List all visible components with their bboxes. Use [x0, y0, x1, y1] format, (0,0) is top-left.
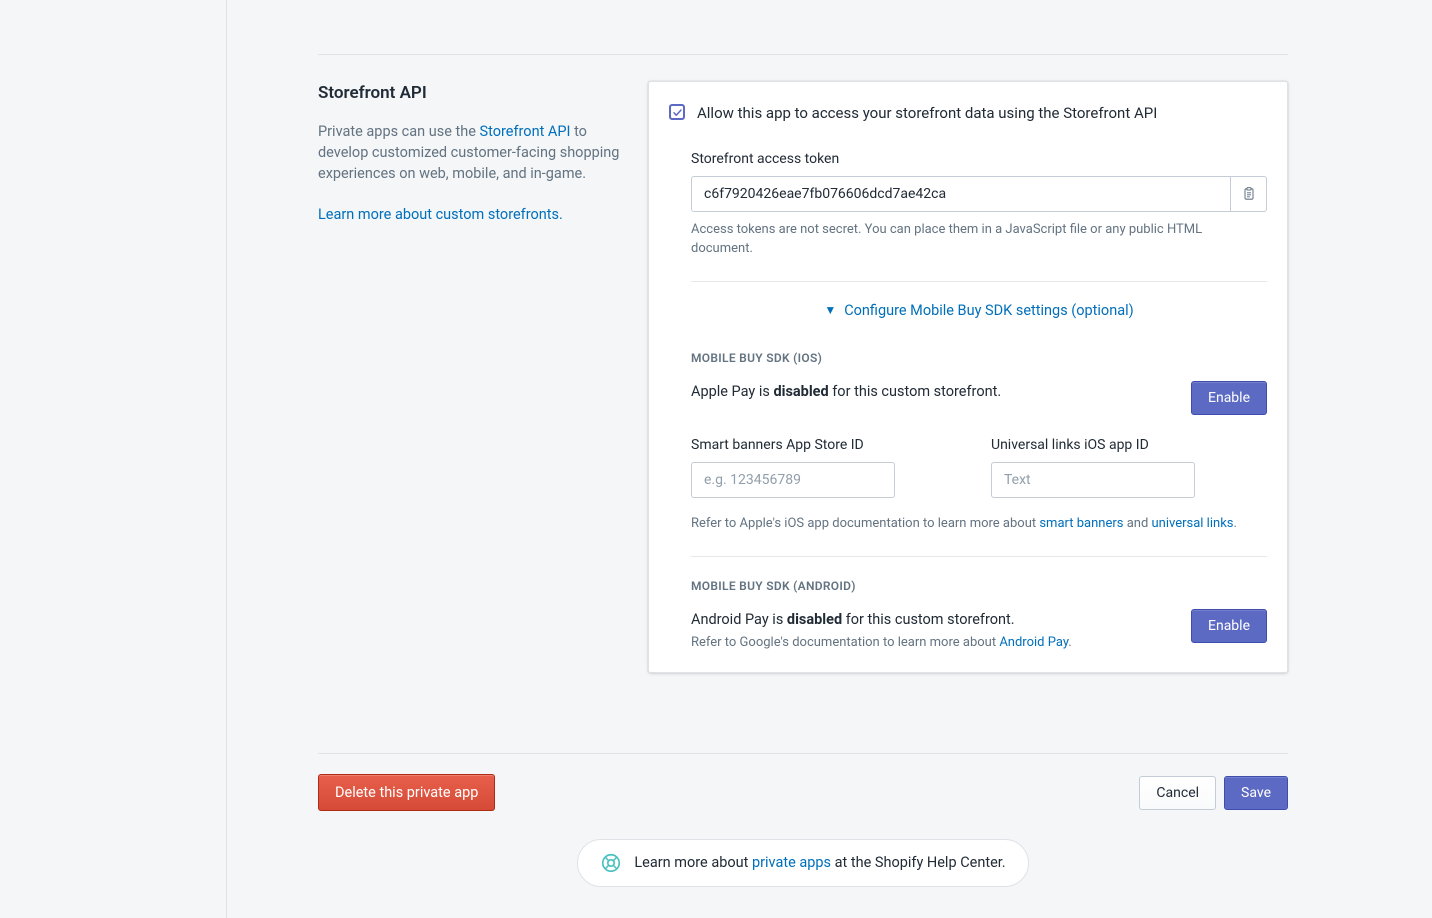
help-center-pill: Learn more about private apps at the Sho…	[577, 839, 1028, 887]
apple-pay-status: Apple Pay is disabled for this custom st…	[691, 381, 1001, 403]
private-apps-link[interactable]: private apps	[752, 854, 831, 871]
section-description: Storefront API Private apps can use the …	[318, 81, 628, 673]
allow-storefront-label: Allow this app to access your storefront…	[697, 102, 1157, 125]
android-sdk-heading: MOBILE BUY SDK (ANDROID)	[691, 577, 1267, 595]
storefront-api-card: Allow this app to access your storefront…	[648, 81, 1288, 673]
smart-banners-input[interactable]	[691, 462, 895, 498]
delete-app-button[interactable]: Delete this private app	[318, 774, 495, 811]
sidebar-divider	[226, 0, 227, 918]
divider	[691, 556, 1267, 557]
smart-banners-link[interactable]: smart banners	[1039, 516, 1123, 531]
clipboard-icon	[1241, 186, 1257, 202]
allow-storefront-checkbox[interactable]	[669, 104, 685, 120]
token-label: Storefront access token	[691, 149, 1267, 170]
caret-down-icon: ▼	[824, 301, 836, 319]
universal-links-label: Universal links iOS app ID	[991, 435, 1267, 456]
checkmark-icon	[672, 107, 683, 118]
token-help-text: Access tokens are not secret. You can pl…	[691, 220, 1267, 259]
configure-sdk-toggle[interactable]: ▼ Configure Mobile Buy SDK settings (opt…	[824, 300, 1133, 322]
section-title: Storefront API	[318, 81, 628, 107]
universal-links-link[interactable]: universal links	[1152, 516, 1234, 531]
save-button[interactable]: Save	[1224, 776, 1288, 810]
storefront-api-link[interactable]: Storefront API	[480, 123, 571, 140]
learn-more-storefronts-link[interactable]: Learn more about custom storefronts.	[318, 206, 563, 223]
section-body: Private apps can use the Storefront API …	[318, 121, 628, 184]
help-text: Learn more about private apps at the Sho…	[634, 852, 1005, 874]
android-pay-link[interactable]: Android Pay	[999, 635, 1068, 650]
ios-doc-text: Refer to Apple's iOS app documentation t…	[691, 514, 1267, 534]
help-icon	[600, 852, 622, 874]
enable-apple-pay-button[interactable]: Enable	[1191, 381, 1267, 415]
storefront-token-input[interactable]	[691, 176, 1231, 212]
top-divider	[318, 54, 1288, 55]
android-doc-text: Refer to Google's documentation to learn…	[691, 633, 1072, 653]
smart-banners-label: Smart banners App Store ID	[691, 435, 967, 456]
universal-links-input[interactable]	[991, 462, 1195, 498]
enable-android-pay-button[interactable]: Enable	[1191, 609, 1267, 643]
cancel-button[interactable]: Cancel	[1139, 776, 1216, 810]
android-pay-status: Android Pay is disabled for this custom …	[691, 609, 1072, 631]
copy-token-button[interactable]	[1231, 176, 1267, 212]
ios-sdk-heading: MOBILE BUY SDK (IOS)	[691, 349, 1267, 367]
